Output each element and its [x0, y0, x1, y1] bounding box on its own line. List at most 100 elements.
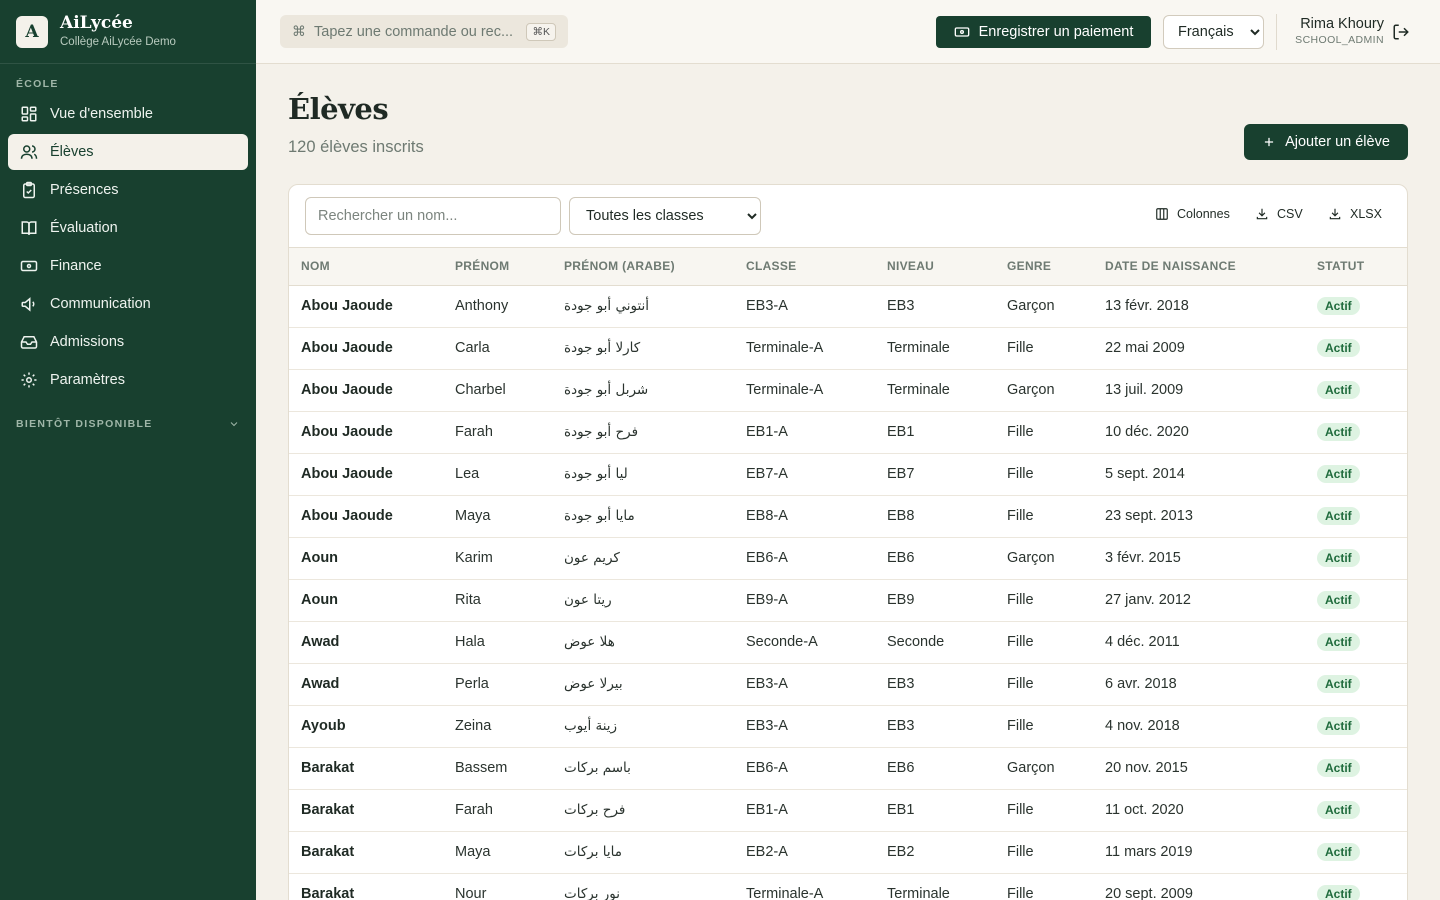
sidebar-item-students[interactable]: Élèves: [8, 134, 248, 170]
logout-icon[interactable]: [1392, 23, 1410, 41]
status-badge: Actif: [1317, 465, 1360, 483]
cell-prenom: Zeina: [455, 718, 492, 734]
cell-date-naissance: 13 juil. 2009: [1105, 382, 1184, 398]
table-row[interactable]: Abou Jaoude Farah فرح أبو جودة EB1-A EB1 Fill…: [289, 411, 1407, 453]
table-row[interactable]: Abou Jaoude Lea ليا أبو جودة EB7-A EB7 Fille 5…: [289, 453, 1407, 495]
cell-date-naissance: 22 mai 2009: [1105, 340, 1185, 356]
table-row[interactable]: Barakat Farah فرح بركات EB1-A EB1 Fille 11 oct…: [289, 789, 1407, 831]
cell-niveau: Terminale: [887, 340, 950, 356]
class-filter-select[interactable]: Toutes les classes: [569, 197, 761, 235]
table-row[interactable]: Ayoub Zeina زينة أيوب EB3-A EB3 Fille 4 nov. 2…: [289, 705, 1407, 747]
sidebar-item-attendance[interactable]: Présences: [8, 172, 248, 208]
brand-text: AiLycée Collège AiLycée Demo: [60, 14, 176, 49]
csv-label: CSV: [1277, 207, 1303, 221]
status-badge: Actif: [1317, 591, 1360, 609]
column-header-niveau[interactable]: NIVEAU: [875, 248, 995, 285]
book-icon: [21, 221, 37, 235]
table-row[interactable]: Awad Hala هلا عوض Seconde-A Seconde Fille 4 dé…: [289, 621, 1407, 663]
cell-genre: Fille: [1007, 886, 1034, 900]
cell-nom: Awad: [301, 634, 340, 650]
table-row[interactable]: Aoun Rita ريتا عون EB9-A EB9 Fille 27 janv. 20…: [289, 579, 1407, 621]
table-header-row: NOM PRÉNOM PRÉNOM (ARABE) CLASSE NIVEAU GENRE…: [289, 248, 1407, 285]
cell-prenom-arabe: أنتوني أبو جودة: [564, 298, 650, 314]
cell-prenom-arabe: نور بركات: [564, 886, 620, 900]
table-header: NOM PRÉNOM PRÉNOM (ARABE) CLASSE NIVEAU GENRE…: [289, 248, 1407, 285]
inbox-icon: [20, 336, 38, 349]
table-row[interactable]: Abou Jaoude Anthony أنتوني أبو جودة EB3-A EB…: [289, 285, 1407, 327]
sidebar-item-settings[interactable]: Paramètres: [8, 362, 248, 398]
cell-prenom-arabe: ريتا عون: [564, 592, 612, 608]
column-header-genre[interactable]: GENRE: [995, 248, 1093, 285]
export-csv-button[interactable]: CSV: [1255, 207, 1303, 221]
command-palette[interactable]: ⌘ Tapez une commande ou rec... ⌘K: [280, 15, 568, 48]
columns-button[interactable]: Colonnes: [1155, 207, 1230, 221]
table-row[interactable]: Barakat Bassem باسم بركات EB6-A EB6 Garçon 20 …: [289, 747, 1407, 789]
cell-statut: Actif: [1305, 411, 1407, 453]
sidebar-item-communication[interactable]: Communication: [8, 286, 248, 322]
cell-prenom-arabe: باسم بركات: [564, 760, 631, 776]
brand[interactable]: A AiLycée Collège AiLycée Demo: [0, 0, 256, 64]
cell-statut: Actif: [1305, 621, 1407, 663]
cell-prenom: Rita: [455, 592, 481, 608]
cell-nom: Barakat: [301, 802, 355, 818]
cell-prenom: Maya: [455, 844, 491, 860]
cell-date-naissance: 11 mars 2019: [1105, 844, 1193, 860]
cell-genre: Garçon: [1007, 382, 1055, 398]
table-row[interactable]: Abou Jaoude Maya مايا أبو جودة EB8-A EB8 Fill…: [289, 495, 1407, 537]
table-row[interactable]: Abou Jaoude Charbel شربل أبو جودة Terminale…: [289, 369, 1407, 411]
column-header-nom[interactable]: NOM: [289, 248, 443, 285]
command-icon: ⌘: [292, 23, 306, 39]
clipboard-check-icon: [23, 181, 35, 199]
dashboard-icon: [21, 106, 37, 122]
cell-statut: Actif: [1305, 495, 1407, 537]
sidebar-item-overview[interactable]: Vue d'ensemble: [8, 96, 248, 132]
language-select[interactable]: Français: [1163, 15, 1264, 49]
status-badge: Actif: [1317, 507, 1360, 525]
status-badge: Actif: [1317, 339, 1360, 357]
export-xlsx-button[interactable]: XLSX: [1328, 207, 1382, 221]
sidebar-item-evaluation[interactable]: Évaluation: [8, 210, 248, 246]
cell-niveau: Terminale: [887, 886, 950, 900]
column-header-classe[interactable]: CLASSE: [734, 248, 875, 285]
table-row[interactable]: Aoun Karim كريم عون EB6-A EB6 Garçon 3 févr. 2…: [289, 537, 1407, 579]
cell-nom: Barakat: [301, 760, 355, 776]
cell-genre: Garçon: [1007, 760, 1055, 776]
brand-subtitle: Collège AiLycée Demo: [60, 35, 176, 48]
column-header-prenom-arabe[interactable]: PRÉNOM (ARABE): [552, 248, 734, 285]
cell-niveau: EB7: [887, 466, 915, 482]
column-header-prenom[interactable]: PRÉNOM: [443, 248, 552, 285]
cell-genre: Fille: [1007, 676, 1034, 692]
table-row[interactable]: Awad Perla بيرلا عوض EB3-A EB3 Fille 6 avr. 20…: [289, 663, 1407, 705]
cell-niveau: Terminale: [887, 382, 950, 398]
status-badge: Actif: [1317, 801, 1360, 819]
table-row[interactable]: Barakat Maya مايا بركات EB2-A EB2 Fille 11 mar…: [289, 831, 1407, 873]
cell-statut: Actif: [1305, 789, 1407, 831]
cell-classe: EB3-A: [746, 718, 788, 734]
sidebar-item-finance[interactable]: Finance: [8, 248, 248, 284]
sidebar-item-admissions[interactable]: Admissions: [8, 324, 248, 360]
coming-soon-toggle[interactable]: BIENTÔT DISPONIBLE: [0, 418, 256, 430]
table-row[interactable]: Abou Jaoude Carla كارلا أبو جودة Terminale-…: [289, 327, 1407, 369]
cell-nom: Awad: [301, 676, 340, 692]
column-header-date-naissance[interactable]: DATE DE NAISSANCE: [1093, 248, 1305, 285]
user-info: Rima Khoury SCHOOL_ADMIN: [1284, 16, 1384, 46]
cell-statut: Actif: [1305, 579, 1407, 621]
cell-niveau: EB6: [887, 760, 915, 776]
search-input[interactable]: [305, 197, 561, 235]
sidebar-item-label: Paramètres: [50, 372, 125, 388]
table-row[interactable]: Barakat Nour نور بركات Terminale-A Terminale…: [289, 873, 1407, 900]
cell-genre: Fille: [1007, 802, 1034, 818]
cell-prenom-arabe: فرح بركات: [564, 802, 626, 818]
add-student-button[interactable]: Ajouter un élève: [1244, 124, 1408, 160]
chevron-down-icon: [230, 422, 238, 427]
cell-prenom-arabe: شربل أبو جودة: [564, 382, 649, 398]
cell-date-naissance: 4 nov. 2018: [1105, 718, 1180, 734]
record-payment-button[interactable]: Enregistrer un paiement: [936, 16, 1151, 48]
status-badge: Actif: [1317, 381, 1360, 399]
students-table: NOM PRÉNOM PRÉNOM (ARABE) CLASSE NIVEAU GENRE…: [289, 248, 1407, 900]
cell-niveau: EB9: [887, 592, 915, 608]
sidebar: A AiLycée Collège AiLycée Demo ÉCOLE Vue…: [0, 0, 256, 900]
cell-prenom-arabe: كريم عون: [564, 550, 620, 566]
column-header-statut[interactable]: STATUT: [1305, 248, 1407, 285]
cell-statut: Actif: [1305, 831, 1407, 873]
